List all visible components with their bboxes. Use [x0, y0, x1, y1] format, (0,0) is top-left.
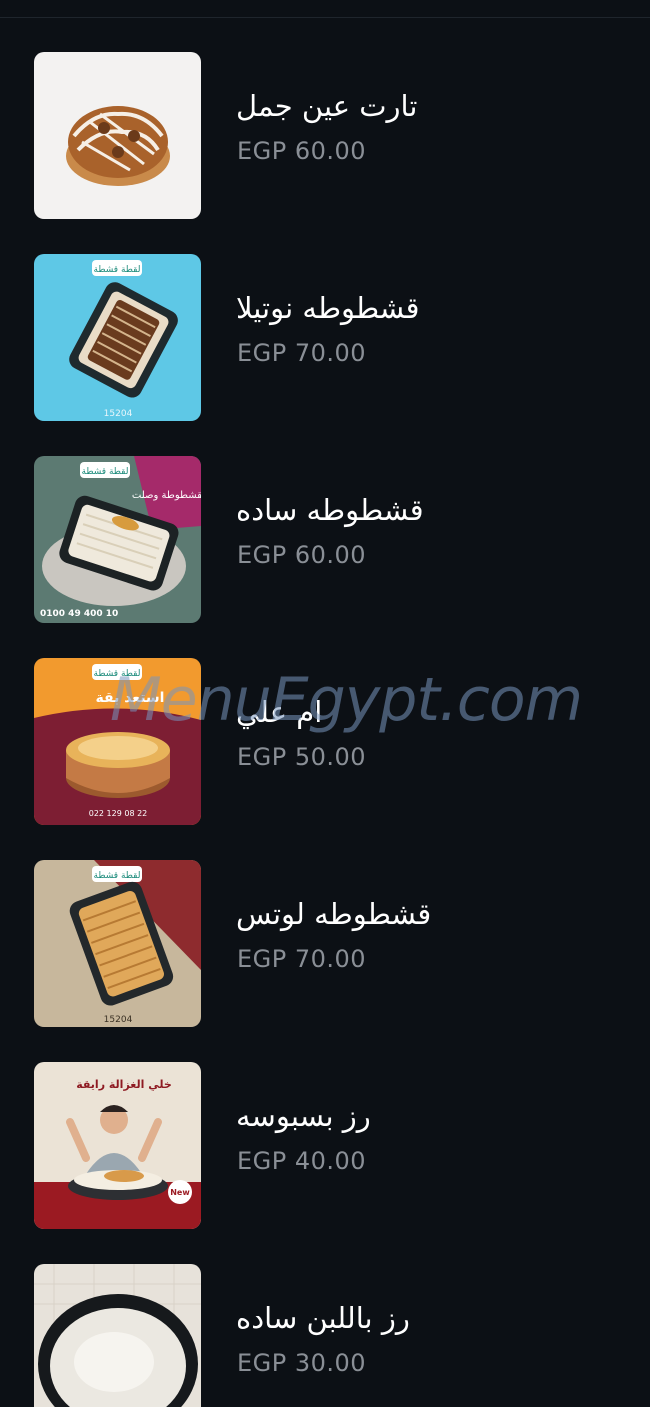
- menu-item-om-ali[interactable]: لقطة قشطة استعد بقة 022 129 08 22 ام علي…: [0, 658, 650, 826]
- item-name: رز باللبن ساده: [236, 1301, 410, 1335]
- rice-pudding-image: [34, 1264, 201, 1407]
- item-thumbnail[interactable]: لقطة قشطة 15204: [34, 860, 201, 1027]
- item-price: EGP 50.00: [237, 743, 367, 771]
- phone-number: 022 129 08 22: [89, 809, 148, 818]
- promo-headline: خلي الغزالة رايقة: [76, 1078, 172, 1091]
- item-code: 15204: [104, 1015, 133, 1025]
- menu-item-lotus[interactable]: لقطة قشطة 15204 قشطوطه لوتس EGP 70.00: [0, 860, 650, 1028]
- item-code: 15204: [104, 409, 133, 419]
- top-divider: [0, 17, 650, 18]
- item-price: EGP 70.00: [237, 339, 367, 367]
- item-name: ام علي: [236, 695, 323, 729]
- brand-logo: لقطة قشطة: [94, 265, 141, 275]
- item-name: قشطوطه نوتيلا: [236, 291, 420, 325]
- item-price: EGP 40.00: [237, 1147, 367, 1175]
- item-thumbnail[interactable]: لقطة قشطة 15204: [34, 254, 201, 421]
- item-name: رز بسبوسه: [236, 1099, 371, 1133]
- item-thumbnail[interactable]: لقطة قشطة استعد بقة 022 129 08 22: [34, 658, 201, 825]
- item-name: تارت عين جمل: [236, 89, 418, 123]
- item-price: EGP 60.00: [237, 137, 367, 165]
- rice-basbousa-image: خلي الغزالة رايقة New: [34, 1062, 201, 1229]
- menu-item-plain-qeshtota[interactable]: لقطة قشطة القشطوطة وصلت! 0100 49 400 10 …: [0, 456, 650, 624]
- nutella-qeshtota-image: لقطة قشطة 15204: [34, 254, 201, 421]
- item-thumbnail[interactable]: [34, 52, 201, 219]
- new-badge: New: [170, 1188, 190, 1197]
- item-name: قشطوطه لوتس: [236, 897, 432, 931]
- lotus-qeshtota-image: لقطة قشطة 15204: [34, 860, 201, 1027]
- menu-item-tart[interactable]: تارت عين جمل EGP 60.00: [0, 52, 650, 220]
- item-thumbnail[interactable]: خلي الغزالة رايقة New: [34, 1062, 201, 1229]
- item-price: EGP 60.00: [237, 541, 367, 569]
- item-name: قشطوطه ساده: [236, 493, 424, 527]
- phone-number: 0100 49 400 10: [40, 609, 118, 619]
- brand-logo: لقطة قشطة: [82, 467, 129, 477]
- promo-headline: استعد بقة: [96, 690, 165, 706]
- menu-item-rice-basbousa[interactable]: خلي الغزالة رايقة New رز بسبوسه EGP 40.0…: [0, 1062, 650, 1230]
- brand-logo: لقطة قشطة: [94, 669, 141, 679]
- menu-item-rice-pudding[interactable]: رز باللبن ساده EGP 30.00: [0, 1264, 650, 1407]
- menu-screen: تارت عين جمل EGP 60.00 لقطة قشطة 15204 ق…: [0, 0, 650, 1407]
- item-price: EGP 70.00: [237, 945, 367, 973]
- plain-qeshtota-image: لقطة قشطة القشطوطة وصلت! 0100 49 400 10: [34, 456, 201, 623]
- brand-logo: لقطة قشطة: [94, 871, 141, 881]
- promo-headline: القشطوطة وصلت!: [132, 490, 201, 501]
- item-thumbnail[interactable]: لقطة قشطة القشطوطة وصلت! 0100 49 400 10: [34, 456, 201, 623]
- om-ali-image: لقطة قشطة استعد بقة 022 129 08 22: [34, 658, 201, 825]
- item-price: EGP 30.00: [237, 1349, 367, 1377]
- menu-item-nutella[interactable]: لقطة قشطة 15204 قشطوطه نوتيلا EGP 70.00: [0, 254, 650, 422]
- tart-image: [34, 52, 201, 219]
- item-thumbnail[interactable]: [34, 1264, 201, 1407]
